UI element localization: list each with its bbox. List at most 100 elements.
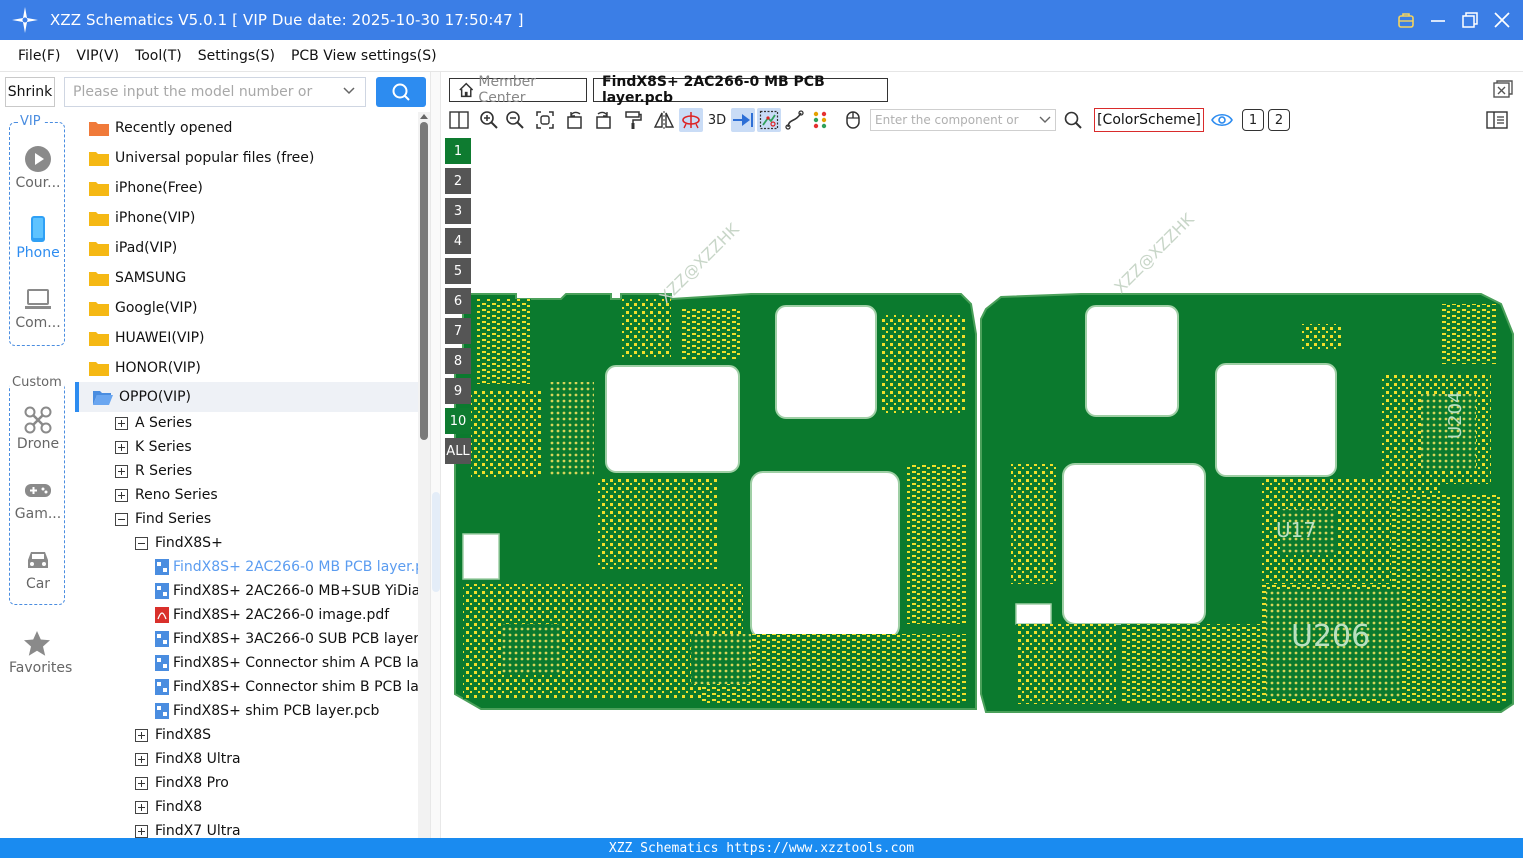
- layer-7-button[interactable]: 7: [445, 318, 471, 344]
- model-search-input[interactable]: Please input the model number or PCB: [64, 77, 366, 128]
- component-search-input[interactable]: Enter the component or net: [870, 109, 1056, 147]
- expand-icon[interactable]: [115, 464, 128, 478]
- tree-folder-honor[interactable]: HONOR(VIP): [89, 354, 201, 382]
- expand-icon[interactable]: [115, 416, 128, 430]
- tree-model-findx8-pro[interactable]: FindX8 Pro: [135, 770, 229, 796]
- scroll-up-icon[interactable]: [420, 112, 428, 120]
- tab-pcb-file[interactable]: FindX8S+ 2AC266-0 MB PCB layer.pcb: [593, 74, 888, 106]
- tree-file-sub-pcb[interactable]: FindX8S+ 3AC266-0 SUB PCB layer.pcb: [155, 626, 418, 652]
- tree-series-r[interactable]: R Series: [115, 458, 192, 484]
- zoom-out-button[interactable]: [503, 108, 527, 132]
- mirror-button[interactable]: [652, 108, 676, 132]
- shrink-button[interactable]: Shrink: [5, 77, 55, 107]
- split-view-button[interactable]: [447, 108, 471, 132]
- minimize-icon[interactable]: [1429, 11, 1447, 29]
- menu-tool[interactable]: Tool(T): [127, 48, 190, 64]
- layer-10-button[interactable]: 10: [445, 408, 471, 434]
- pcb-board-view[interactable]: XZZ@XZZHK XZZ@XZZHK U17 U206 U204: [441, 134, 1523, 838]
- pads-button[interactable]: [809, 108, 833, 132]
- splitter-handle[interactable]: [432, 492, 440, 592]
- close-icon[interactable]: [1493, 11, 1511, 29]
- category-computer[interactable]: Com...: [10, 285, 66, 331]
- tree-folder-iphone-vip[interactable]: iPhone(VIP): [89, 204, 195, 232]
- category-courses[interactable]: Cour...: [10, 145, 66, 191]
- menu-pcb-view-settings[interactable]: PCB View settings(S): [283, 48, 445, 64]
- chevron-down-icon[interactable]: [342, 84, 356, 98]
- favorites-button[interactable]: Favorites: [9, 630, 72, 676]
- tree-folder-ipad[interactable]: iPad(VIP): [89, 234, 177, 262]
- layer-4-button[interactable]: 4: [445, 228, 471, 254]
- pcb-canvas[interactable]: XZZ@XZZHK XZZ@XZZHK U17 U206 U204 1 2 3 …: [441, 134, 1523, 838]
- tab-member-center[interactable]: Member Center: [449, 74, 587, 106]
- rotate-right-button[interactable]: [591, 108, 615, 132]
- restore-icon[interactable]: [1461, 11, 1479, 29]
- menu-settings[interactable]: Settings(S): [190, 48, 283, 64]
- tree-file-mb-pcb[interactable]: FindX8S+ 2AC266-0 MB PCB layer.pcb: [155, 554, 418, 580]
- component-search-button[interactable]: [1061, 108, 1085, 132]
- rotate-left-button[interactable]: [563, 108, 587, 132]
- category-car[interactable]: Car: [10, 546, 66, 592]
- tree-folder-recent[interactable]: Recently opened: [89, 114, 232, 142]
- tree-model-findx8-ultra[interactable]: FindX8 Ultra: [135, 746, 241, 772]
- tree-model-findx8s-plus[interactable]: FindX8S+: [135, 530, 223, 556]
- paint-button[interactable]: [621, 108, 645, 132]
- tree-folder-google[interactable]: Google(VIP): [89, 294, 197, 322]
- panel-splitter[interactable]: [430, 72, 441, 838]
- scrollbar-thumb[interactable]: [420, 122, 428, 440]
- tree-series-reno[interactable]: Reno Series: [115, 482, 218, 508]
- tree-file-shim-a[interactable]: FindX8S+ Connector shim A PCB layer: [155, 650, 418, 676]
- category-phone[interactable]: Phone: [10, 215, 66, 261]
- expand-icon[interactable]: [135, 824, 148, 838]
- net-select-button[interactable]: [757, 108, 781, 132]
- collapse-icon[interactable]: [135, 536, 148, 550]
- tree-series-find[interactable]: Find Series: [115, 506, 211, 532]
- tree-series-a[interactable]: A Series: [115, 410, 192, 436]
- color-scheme-button[interactable]: [ColorScheme]: [1094, 108, 1204, 132]
- expand-icon[interactable]: [115, 440, 128, 454]
- layer-5-button[interactable]: 5: [445, 258, 471, 284]
- tree-scrollbar[interactable]: [418, 112, 430, 838]
- 3d-view-button[interactable]: 3D: [704, 108, 730, 132]
- collapse-icon[interactable]: [115, 512, 128, 526]
- tree-file-image-pdf[interactable]: FindX8S+ 2AC266-0 image.pdf: [155, 602, 389, 628]
- tree-folder-universal[interactable]: Universal popular files (free): [89, 144, 314, 172]
- tree-folder-oppo[interactable]: OPPO(VIP): [75, 382, 418, 412]
- pin-highlight-button[interactable]: [731, 108, 755, 132]
- search-button[interactable]: [376, 77, 426, 107]
- layer-2-button[interactable]: 2: [445, 168, 471, 194]
- fit-view-button[interactable]: [533, 108, 557, 132]
- expand-icon[interactable]: [135, 776, 148, 790]
- page-1-button[interactable]: 1: [1242, 109, 1264, 131]
- page-2-button[interactable]: 2: [1268, 109, 1290, 131]
- category-drone[interactable]: Drone: [10, 406, 66, 452]
- layer-1-button[interactable]: 1: [445, 138, 471, 164]
- expand-icon[interactable]: [135, 752, 148, 766]
- side-panel-button[interactable]: [1485, 108, 1509, 132]
- expand-icon[interactable]: [135, 800, 148, 814]
- tree-folder-huawei[interactable]: HUAWEI(VIP): [89, 324, 204, 352]
- layer-3-button[interactable]: 3: [445, 198, 471, 224]
- layer-9-button[interactable]: 9: [445, 378, 471, 404]
- tree-series-k[interactable]: K Series: [115, 434, 192, 460]
- expand-icon[interactable]: [135, 728, 148, 742]
- tree-file-shim-b[interactable]: FindX8S+ Connector shim B PCB layer: [155, 674, 418, 700]
- vip-bag-icon[interactable]: [1397, 11, 1415, 29]
- mouse-mode-button[interactable]: [841, 108, 865, 132]
- close-tabs-icon[interactable]: [1493, 80, 1513, 98]
- expand-icon[interactable]: [115, 488, 128, 502]
- zoom-in-button[interactable]: [477, 108, 501, 132]
- tree-file-mb-sub[interactable]: FindX8S+ 2AC266-0 MB+SUB YiDian: [155, 578, 418, 604]
- tree-model-findx7-ultra[interactable]: FindX7 Ultra: [135, 818, 241, 838]
- menu-file[interactable]: File(F): [10, 48, 68, 64]
- flip-board-button[interactable]: [679, 108, 703, 132]
- layer-8-button[interactable]: 8: [445, 348, 471, 374]
- tree-model-findx8[interactable]: FindX8: [135, 794, 202, 820]
- tree-folder-samsung[interactable]: SAMSUNG: [89, 264, 186, 292]
- layer-all-button[interactable]: ALL: [445, 438, 471, 464]
- tree-folder-iphone-free[interactable]: iPhone(Free): [89, 174, 203, 202]
- chevron-down-icon[interactable]: [1039, 115, 1051, 125]
- category-game[interactable]: Gam...: [10, 476, 66, 522]
- trace-button[interactable]: [783, 108, 807, 132]
- menu-vip[interactable]: VIP(V): [68, 48, 127, 64]
- visibility-button[interactable]: [1210, 108, 1234, 132]
